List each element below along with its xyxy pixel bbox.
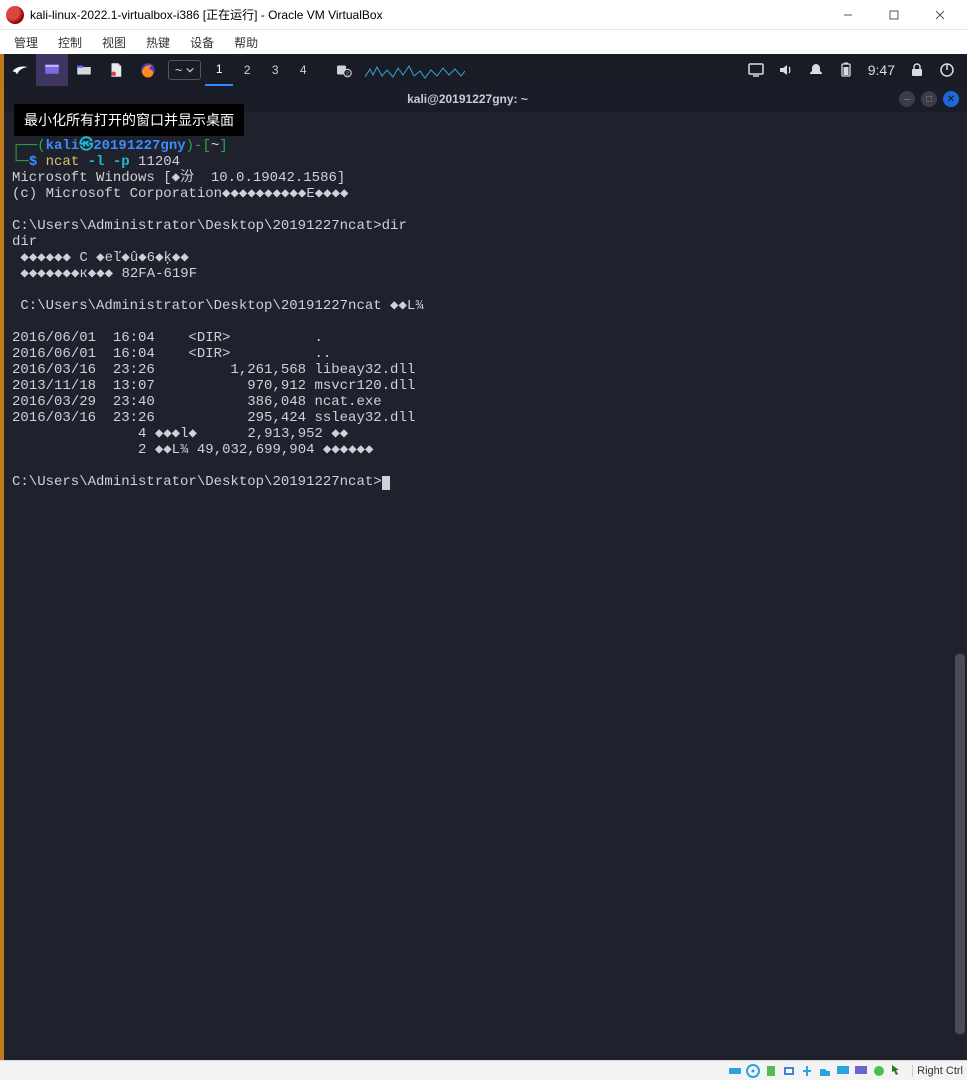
vb-menu-manage[interactable]: 管理 — [6, 32, 46, 53]
workspace-1[interactable]: 1 — [205, 54, 233, 86]
workspace-3[interactable]: 3 — [261, 54, 289, 86]
vb-menu-view[interactable]: 视图 — [94, 32, 134, 53]
terminal-scrollbar-thumb[interactable] — [955, 654, 965, 1034]
vb-menu-hotkey[interactable]: 热键 — [138, 32, 178, 53]
virtualbox-menubar: 管理 控制 视图 热键 设备 帮助 — [0, 30, 967, 54]
sb-mouse-icon[interactable] — [889, 1063, 905, 1079]
sb-network-icon[interactable] — [799, 1063, 815, 1079]
vb-menu-control[interactable]: 控制 — [50, 32, 90, 53]
terminal-close-button[interactable]: ✕ — [943, 91, 959, 107]
sb-shared-icon[interactable] — [817, 1063, 833, 1079]
record-button[interactable]: 2 — [327, 54, 359, 86]
battery-tray-icon[interactable] — [838, 62, 854, 78]
window-title: kali-linux-2022.1-virtualbox-i386 [正在运行]… — [30, 6, 383, 23]
virtualbox-titlebar: kali-linux-2022.1-virtualbox-i386 [正在运行]… — [0, 0, 967, 30]
terminal-output[interactable]: ┌──(kali㉿20191227gny)-[~] └─$ ncat -l -p… — [4, 134, 967, 494]
lock-tray-icon[interactable] — [909, 62, 925, 78]
terminal-body[interactable]: ┌──(kali㉿20191227gny)-[~] └─$ ncat -l -p… — [4, 134, 967, 1060]
hostkey-label: Right Ctrl — [912, 1065, 963, 1077]
terminal-dropdown[interactable]: ~ — [168, 60, 201, 80]
cursor-icon — [382, 476, 390, 490]
svg-text:2: 2 — [346, 71, 349, 77]
panel-tray: 9:47 — [736, 62, 967, 78]
workspace-4[interactable]: 4 — [289, 54, 317, 86]
sb-display-icon[interactable] — [835, 1063, 851, 1079]
maximize-button[interactable] — [871, 0, 917, 30]
sb-usb-icon[interactable] — [781, 1063, 797, 1079]
display-tray-icon[interactable] — [748, 62, 764, 78]
terminal-minimize-button[interactable]: – — [899, 91, 915, 107]
terminal-dropdown-label: ~ — [175, 63, 182, 77]
sb-audio-icon[interactable] — [763, 1063, 779, 1079]
workspace-switcher: 1 2 3 4 — [205, 54, 317, 86]
terminal-maximize-button[interactable]: □ — [921, 91, 937, 107]
power-tray-icon[interactable] — [939, 62, 955, 78]
kali-menu-button[interactable] — [4, 54, 36, 86]
sb-display2-icon[interactable] — [853, 1063, 869, 1079]
virtualbox-logo-icon — [6, 6, 24, 24]
terminal-scrollbar[interactable] — [955, 654, 965, 1034]
sb-cd-icon[interactable] — [745, 1063, 761, 1079]
vb-menu-devices[interactable]: 设备 — [182, 32, 222, 53]
firefox-button[interactable] — [132, 54, 164, 86]
sb-hdd-icon[interactable] — [727, 1063, 743, 1079]
tooltip: 最小化所有打开的窗口并显示桌面 — [14, 104, 244, 136]
sb-record-icon[interactable] — [871, 1063, 887, 1079]
show-desktop-button[interactable] — [36, 54, 68, 86]
volume-tray-icon[interactable] — [778, 62, 794, 78]
terminal-window: kali@20191227gny: ~ – □ ✕ 文件 动作 编辑 查看 帮助… — [4, 86, 967, 1060]
cpu-graph-icon — [365, 61, 465, 79]
minimize-button[interactable] — [825, 0, 871, 30]
vb-menu-help[interactable]: 帮助 — [226, 32, 266, 53]
file-manager-button[interactable] — [68, 54, 100, 86]
vm-display: ~ 1 2 3 4 2 9:47 — [0, 54, 967, 1060]
close-button[interactable] — [917, 0, 963, 30]
chevron-down-icon — [186, 66, 194, 74]
clock[interactable]: 9:47 — [868, 62, 895, 78]
kali-panel: ~ 1 2 3 4 2 9:47 — [4, 54, 967, 86]
virtualbox-statusbar: Right Ctrl — [0, 1060, 967, 1080]
notifications-tray-icon[interactable] — [808, 62, 824, 78]
text-editor-button[interactable] — [100, 54, 132, 86]
workspace-2[interactable]: 2 — [233, 54, 261, 86]
